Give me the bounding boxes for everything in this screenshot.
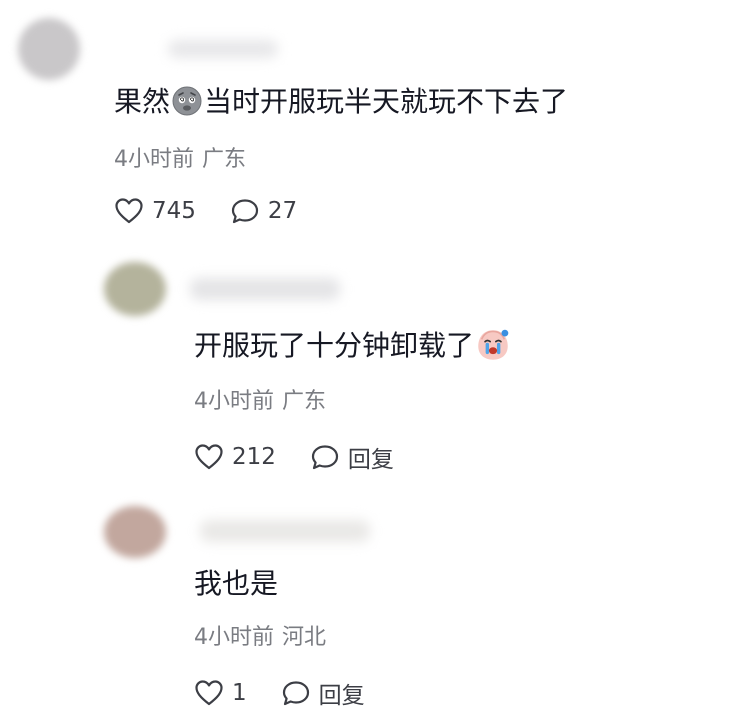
timestamp: 4小时前 bbox=[194, 625, 274, 650]
reply-label: 回复 bbox=[318, 683, 365, 709]
location: 广东 bbox=[282, 389, 327, 414]
username[interactable] bbox=[190, 278, 340, 300]
like-count: 1 bbox=[232, 680, 247, 706]
like-count: 212 bbox=[232, 444, 276, 470]
heart-icon bbox=[115, 198, 143, 224]
avatar[interactable] bbox=[104, 262, 166, 316]
comment-thread: 果然 当时开服玩半天就玩不下去了 4小时前 广东 745 27 开服玩了十分钟卸… bbox=[0, 0, 756, 718]
comment-bubble-icon bbox=[311, 445, 339, 470]
avatar[interactable] bbox=[18, 18, 80, 80]
reply-count: 27 bbox=[267, 198, 298, 224]
reply-label: 回复 bbox=[347, 447, 394, 473]
heart-icon bbox=[195, 680, 223, 706]
comment-3-author[interactable] bbox=[104, 506, 384, 566]
comment-text: 果然 当时开服玩半天就玩不下去了 bbox=[114, 85, 569, 118]
comment-1-author[interactable] bbox=[18, 18, 318, 80]
comment-text: 开服玩了十分钟卸载了 bbox=[194, 328, 512, 364]
location: 广东 bbox=[202, 147, 247, 172]
timestamp: 4小时前 bbox=[114, 147, 194, 172]
comment-actions: 1 回复 bbox=[194, 676, 365, 710]
comment-meta: 4小时前 广东 bbox=[194, 388, 326, 416]
like-button[interactable]: 1 bbox=[194, 679, 247, 707]
avatar[interactable] bbox=[104, 506, 166, 558]
comment-text: 我也是 bbox=[194, 567, 279, 600]
location: 河北 bbox=[282, 625, 327, 650]
timestamp: 4小时前 bbox=[194, 389, 274, 414]
username[interactable] bbox=[200, 520, 370, 542]
comment-meta: 4小时前 广东 bbox=[114, 146, 246, 174]
dizzy-face-emoji bbox=[172, 86, 202, 116]
comment-2-author[interactable] bbox=[104, 262, 364, 322]
like-button[interactable]: 212 bbox=[194, 443, 276, 471]
comment-actions: 745 27 bbox=[114, 197, 297, 225]
reply-button[interactable]: 回复 bbox=[310, 440, 394, 474]
comment-bubble-icon bbox=[282, 681, 309, 706]
comment-actions: 212 回复 bbox=[194, 440, 394, 474]
comment-meta: 4小时前 河北 bbox=[194, 624, 326, 652]
reply-button[interactable]: 27 bbox=[230, 197, 297, 225]
reply-button[interactable]: 回复 bbox=[281, 676, 365, 710]
crying-face-emoji bbox=[478, 329, 509, 360]
comment-bubble-icon bbox=[231, 199, 259, 224]
heart-icon bbox=[195, 444, 223, 470]
like-count: 745 bbox=[152, 198, 196, 224]
username[interactable] bbox=[168, 40, 278, 58]
like-button[interactable]: 745 bbox=[114, 197, 196, 225]
